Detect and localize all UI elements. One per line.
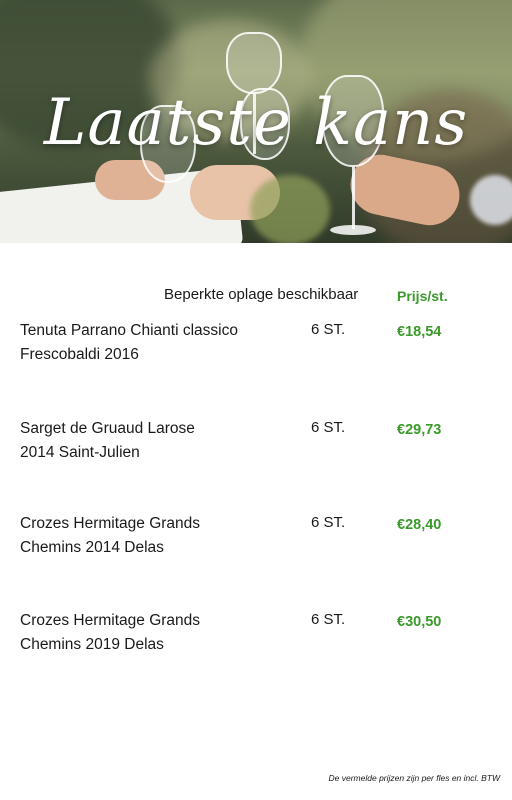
hero-image: Laatste kans [0, 0, 512, 243]
wine-name-line: Crozes Hermitage Grands [20, 515, 201, 532]
wine-quantity: 6 ST. [311, 321, 346, 338]
wine-row: Crozes Hermitage Grands Chemins 2014 Del… [0, 512, 512, 572]
wine-name-line: Crozes Hermitage Grands [20, 612, 201, 629]
wine-quantity: 6 ST. [311, 611, 346, 628]
wine-name-line: Sarget de Gruaud Larose [20, 420, 195, 437]
wine-price: €18,54 [397, 324, 442, 340]
white-flower [470, 175, 512, 225]
hero-title: Laatste kans [43, 86, 469, 160]
limited-edition-note: Beperkte oplage beschikbaar [164, 286, 359, 303]
wine-row: Sarget de Gruaud Larose 2014 Saint-Julie… [0, 417, 512, 477]
price-column-header: Prijs/st. [397, 288, 448, 304]
wine-name-line: Frescobaldi 2016 [20, 346, 139, 363]
wine-row: Crozes Hermitage Grands Chemins 2019 Del… [0, 609, 512, 669]
wine-price: €30,50 [397, 614, 442, 630]
wine-quantity: 6 ST. [311, 419, 346, 436]
wine-name-line: Chemins 2014 Delas [20, 539, 164, 556]
wine-price: €29,73 [397, 422, 442, 438]
wine-price: €28,40 [397, 517, 442, 533]
wine-name-line: Chemins 2019 Delas [20, 636, 164, 653]
wine-row: Tenuta Parrano Chianti classico Frescoba… [0, 319, 512, 379]
wine-name: Tenuta Parrano Chianti classico Frescoba… [20, 319, 290, 367]
wine-quantity: 6 ST. [311, 514, 346, 531]
price-footnote: De vermelde prijzen zijn per fles en inc… [328, 773, 500, 783]
wine-name: Crozes Hermitage Grands Chemins 2019 Del… [20, 609, 290, 657]
wine-name-line: Tenuta Parrano Chianti classico [20, 322, 238, 339]
wine-name: Crozes Hermitage Grands Chemins 2014 Del… [20, 512, 290, 560]
wine-name: Sarget de Gruaud Larose 2014 Saint-Julie… [20, 417, 290, 465]
wine-name-line: 2014 Saint-Julien [20, 444, 140, 461]
